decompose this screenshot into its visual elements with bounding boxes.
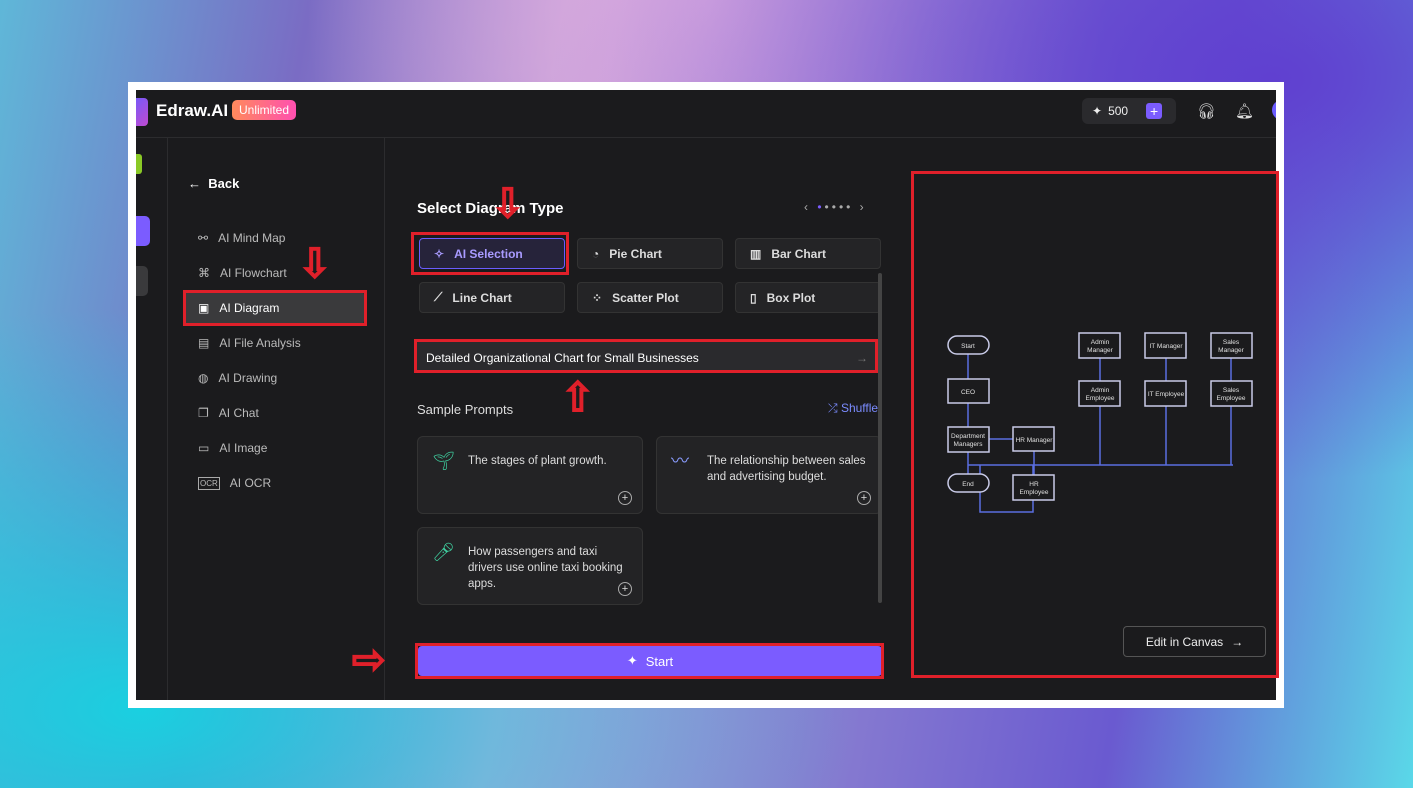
plan-badge: Unlimited <box>232 100 297 120</box>
label: AI Drawing <box>218 371 278 385</box>
sidebar-item-file-analysis[interactable]: ▤ AI File Analysis <box>184 326 364 360</box>
pie-chart-icon: ◔ <box>592 246 600 261</box>
scrollbar[interactable] <box>878 273 882 603</box>
sample-text: The stages of plant growth. <box>468 455 607 467</box>
type-scatter-plot[interactable]: ⁘ Scatter Plot <box>577 282 723 313</box>
mind-map-icon: ⚯ <box>198 231 209 245</box>
sidebar-item-drawing[interactable]: ◍ AI Drawing <box>184 361 364 395</box>
line-chart-icon: ⟋ <box>434 290 443 304</box>
sample-card[interactable]: 〰 The relationship between sales and adve… <box>656 436 882 514</box>
annotation-box <box>911 171 1279 678</box>
sample-prompts-title: Sample Prompts <box>417 402 514 417</box>
microphone-icon: 🎤︎ <box>432 542 455 562</box>
chat-icon: ❐ <box>198 406 209 420</box>
box-plot-icon: ▯ <box>750 290 757 305</box>
scatter-plot-icon: ⁘ <box>592 290 603 305</box>
arrow-left-icon: ← <box>188 176 209 191</box>
headset-icon[interactable]: 🎧︎ <box>1197 102 1216 120</box>
credits-count: 500 <box>1108 104 1129 118</box>
sparkle-icon: ✦ <box>1092 104 1103 118</box>
annotation-arrow-right-icon: ⇨ <box>351 638 386 682</box>
label: AI Image <box>219 441 268 455</box>
rail-item-active[interactable] <box>136 216 150 246</box>
annotation-box <box>414 339 878 373</box>
sample-text: The relationship between sales and adver… <box>707 455 866 483</box>
bar-chart-icon: ▥ <box>750 246 762 261</box>
type-pager[interactable]: ‹ ••••• › <box>804 200 867 214</box>
shuffle-icon: ⤮ <box>828 401 841 415</box>
label: Line Chart <box>452 290 512 305</box>
label: AI Flowchart <box>220 266 287 280</box>
label: Pie Chart <box>609 246 662 261</box>
label: Scatter Plot <box>612 290 679 305</box>
add-credits-icon[interactable]: + <box>1146 103 1163 119</box>
sidebar: ← Back ⚯ AI Mind Map ⌘ AI Flowchart ▣ AI Di… <box>168 138 385 700</box>
label: Bar Chart <box>771 246 827 261</box>
back-label: Back <box>208 176 240 191</box>
sidebar-item-chat[interactable]: ❐ AI Chat <box>184 396 364 430</box>
shuffle-label: Shuffle <box>840 401 879 415</box>
label: AI Mind Map <box>218 231 286 245</box>
label: AI File Analysis <box>219 336 301 350</box>
add-icon[interactable]: + <box>618 582 632 596</box>
type-line-chart[interactable]: ⟋ Line Chart <box>419 282 565 313</box>
ocr-icon: OCR <box>198 476 220 490</box>
add-icon[interactable]: + <box>618 491 632 505</box>
pulse-icon: 〰 <box>671 451 689 471</box>
annotation-arrow-up-icon: ⇧ <box>560 376 595 420</box>
add-icon[interactable]: + <box>857 491 871 505</box>
flowchart-icon: ⌘ <box>198 266 210 280</box>
sidebar-item-flowchart[interactable]: ⌘ AI Flowchart <box>184 256 364 290</box>
rail-item[interactable] <box>136 154 142 174</box>
rail-item[interactable] <box>136 266 148 296</box>
file-analysis-icon: ▤ <box>198 336 210 350</box>
type-bar-chart[interactable]: ▥ Bar Chart <box>735 238 881 269</box>
type-pie-chart[interactable]: ◔ Pie Chart <box>577 238 723 269</box>
annotation-arrow-down-icon: ⇩ <box>490 182 525 226</box>
sidebar-item-mind-map[interactable]: ⚯ AI Mind Map <box>184 221 364 255</box>
image-icon: ▭ <box>198 441 210 455</box>
icon-rail <box>136 138 168 700</box>
brand: Edraw.AI <box>156 101 229 120</box>
logo <box>136 98 148 126</box>
back-button[interactable]: ← Back <box>188 176 239 191</box>
sample-text: How passengers and taxi drivers use onli… <box>468 546 623 590</box>
plant-icon: 🌱︎ <box>432 451 455 471</box>
annotation-box <box>415 643 884 679</box>
label: Box Plot <box>766 290 816 305</box>
header: Edraw.AI Unlimited ✦ 500 + 🎧︎ 🔔︎ <box>136 90 1276 138</box>
credits-button[interactable]: ✦ 500 + <box>1082 98 1176 124</box>
label: AI Chat <box>218 406 259 420</box>
sample-card[interactable]: 🌱︎ The stages of plant growth. + <box>417 436 643 514</box>
annotation-box <box>183 290 367 326</box>
type-box-plot[interactable]: ▯ Box Plot <box>735 282 881 313</box>
palette-icon: ◍ <box>198 371 209 385</box>
annotation-arrow-down-icon: ⇩ <box>297 242 332 286</box>
avatar[interactable] <box>1272 100 1276 120</box>
bell-icon[interactable]: 🔔︎ <box>1235 102 1254 120</box>
annotation-box <box>411 232 569 275</box>
label: AI OCR <box>229 476 272 490</box>
sample-card[interactable]: 🎤︎ How passengers and taxi drivers use on… <box>417 527 643 605</box>
shuffle-button[interactable]: ⤮ Shuffle <box>828 401 878 416</box>
sidebar-item-image[interactable]: ▭ AI Image <box>184 431 364 465</box>
sidebar-item-ocr[interactable]: OCR AI OCR <box>184 466 364 500</box>
